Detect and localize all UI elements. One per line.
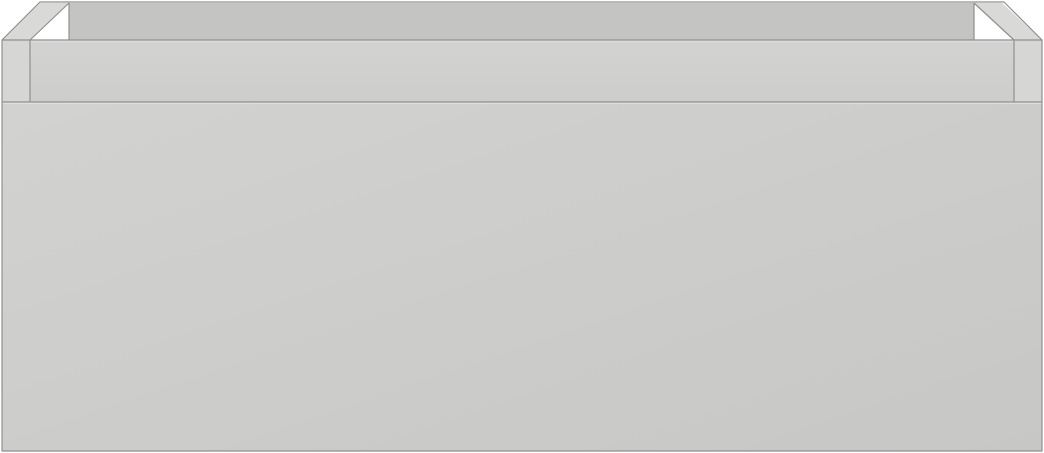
drawer-scene: [0, 0, 1044, 453]
drawer-inner-back: [69, 3, 974, 40]
drawer-rim: [30, 40, 1014, 102]
drawer-illustration: [1, 1, 1043, 452]
drawer-front-panel[interactable]: [2, 102, 1042, 451]
drawer-right-panel: [1014, 40, 1042, 102]
drawer-left-panel: [2, 40, 30, 102]
